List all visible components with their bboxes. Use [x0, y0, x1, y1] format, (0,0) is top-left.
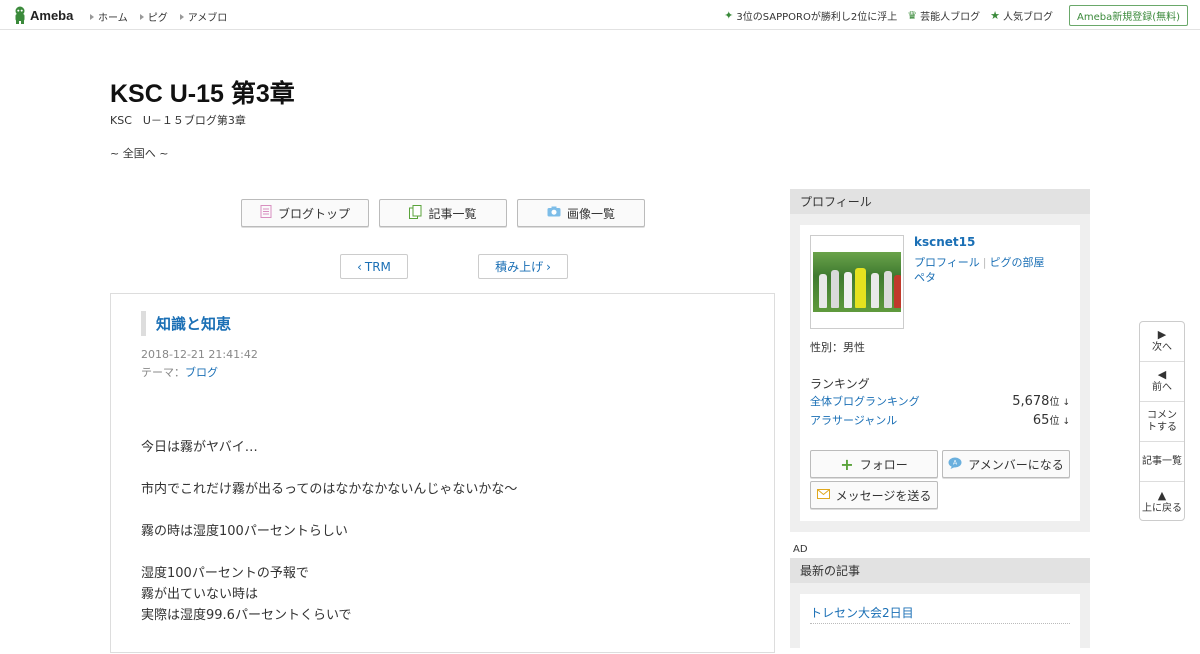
- latest-heading: 最新の記事: [790, 558, 1090, 583]
- nav-home[interactable]: ホーム: [90, 9, 128, 24]
- header-right: ✦ 3位のSAPPOROが勝利し2位に浮上 ♛ 芸能人ブログ ★ 人気ブログ Ameb…: [724, 5, 1188, 26]
- global-header: Ameba ホーム ピグ アメブロ ✦ 3位のSAPPOROが勝利し2位に浮上 ♛…: [0, 0, 1200, 30]
- ameba-logo-icon: [13, 6, 27, 24]
- body-line: 霧が出ていない時は: [141, 587, 259, 602]
- profile-gender: 性別：男性: [810, 341, 865, 354]
- body-line: 湿度100パーセントの予報で: [141, 566, 309, 581]
- ranking-link[interactable]: 全体ブログランキング: [810, 393, 920, 409]
- news-link[interactable]: ✦ 3位のSAPPOROが勝利し2位に浮上: [724, 8, 897, 23]
- floating-nav: ▶ 次へ ◀ 前へ コメントする 記事一覧 ▲ 上に戻る: [1139, 321, 1185, 521]
- global-nav: ホーム ピグ アメブロ: [90, 9, 239, 24]
- divider: [810, 623, 1070, 624]
- body-paragraph: 霧の時は湿度100パーセントらしい: [141, 524, 348, 539]
- profile-details: 性別：男性 ランキング 全体ブログランキング 5,678位 ↓ アラサージャンル …: [810, 225, 1080, 521]
- ranking-label: ランキング: [810, 377, 870, 391]
- blog-nav-buttons: ブログトップ 記事一覧 画像一覧: [241, 199, 655, 227]
- article-theme: テーマ：ブログ: [141, 366, 218, 379]
- next-article-button[interactable]: 積み上げ ›: [478, 254, 568, 279]
- article-body: 今日は霧がヤバイ… 市内でこれだけ霧が出るってのはなかなかないんじゃないかな〜 …: [141, 437, 517, 626]
- ranking-row: 全体ブログランキング 5,678位 ↓: [810, 393, 1070, 409]
- ad-label: AD: [793, 544, 808, 555]
- down-arrow-icon: ↓: [1062, 398, 1070, 408]
- prev-article-button[interactable]: ‹ TRM: [340, 254, 408, 279]
- play-right-icon: ▶: [1157, 328, 1167, 341]
- blog-top-button[interactable]: ブログトップ: [241, 199, 369, 227]
- blog-subtitle: KSC U－１５ブログ第3章: [110, 114, 246, 127]
- plus-icon: +: [840, 454, 854, 474]
- ranking-link[interactable]: アラサージャンル: [810, 412, 897, 428]
- follow-button[interactable]: + フォロー: [810, 450, 938, 478]
- body-paragraph: 今日は霧がヤバイ…: [141, 440, 258, 455]
- article-date: 2018-12-21 21:41:42: [141, 348, 258, 361]
- document-icon: [260, 205, 272, 221]
- send-message-button[interactable]: メッセージを送る: [810, 481, 938, 509]
- triangle-right-icon: [139, 13, 144, 20]
- float-back-to-top-button[interactable]: ▲ 上に戻る: [1140, 482, 1184, 522]
- latest-article-link[interactable]: トレセン大会2日目: [810, 604, 914, 621]
- article-list-button[interactable]: 記事一覧: [379, 199, 507, 227]
- ranking-row: アラサージャンル 65位 ↓: [810, 412, 1070, 428]
- ranking-value: 5,678: [1012, 394, 1050, 409]
- body-paragraph: 市内でこれだけ霧が出るってのはなかなかないんじゃないかな〜: [141, 482, 518, 497]
- ameba-logo[interactable]: Ameba: [13, 6, 73, 24]
- triangle-right-icon: [179, 13, 184, 20]
- down-arrow-icon: ↓: [1062, 417, 1070, 427]
- body-line: 実際は湿度99.6パーセントくらいで: [141, 608, 352, 623]
- chat-bubble-icon: A: [948, 457, 962, 472]
- chevron-right-icon: ›: [546, 259, 551, 274]
- image-list-button[interactable]: 画像一覧: [517, 199, 645, 227]
- float-article-list-button[interactable]: 記事一覧: [1140, 442, 1184, 482]
- profile-section: プロフィール kscnet15 プロフィール | ピグの部屋 ペタ 性別：男性 ラン…: [790, 189, 1090, 532]
- nav-pig[interactable]: ピグ: [139, 9, 168, 24]
- mail-icon: [816, 488, 830, 502]
- profile-heading: プロフィール: [790, 189, 1090, 214]
- article-title[interactable]: 知識と知恵: [141, 311, 231, 336]
- ranking-value: 65: [1032, 413, 1050, 428]
- chevron-left-icon: ‹: [357, 259, 362, 274]
- latest-articles-section: 最新の記事 トレセン大会2日目: [790, 558, 1090, 654]
- blog-title[interactable]: KSC U-15 第3章: [110, 74, 295, 110]
- latest-list: トレセン大会2日目: [800, 594, 1080, 654]
- copy-document-icon: [409, 204, 422, 222]
- article: 知識と知恵 2018-12-21 21:41:42 テーマ：ブログ 今日は霧がヤ…: [110, 293, 775, 653]
- signup-button[interactable]: Ameba新規登録(無料): [1068, 5, 1188, 26]
- float-comment-button[interactable]: コメントする: [1140, 402, 1184, 442]
- sparkle-icon: ✦: [724, 9, 734, 22]
- triangle-right-icon: [90, 13, 94, 20]
- float-prev-button[interactable]: ◀ 前へ: [1140, 362, 1184, 402]
- triangle-up-icon: ▲: [1157, 488, 1167, 502]
- play-left-icon: ◀: [1157, 368, 1167, 381]
- nav-ameblo[interactable]: アメブロ: [179, 9, 227, 24]
- amember-button[interactable]: A アメンバーになる: [942, 450, 1070, 478]
- theme-link[interactable]: ブログ: [185, 366, 218, 379]
- star-icon: ★: [990, 9, 1000, 22]
- logo-text: Ameba: [30, 7, 74, 23]
- float-next-button[interactable]: ▶ 次へ: [1140, 322, 1184, 362]
- blog-description: ~ 全国へ ~: [110, 147, 169, 160]
- celeb-blog-link[interactable]: ♛ 芸能人ブログ: [907, 8, 980, 23]
- camera-icon: [547, 206, 561, 220]
- popular-blog-link[interactable]: ★ 人気ブログ: [990, 8, 1053, 23]
- crown-icon: ♛: [907, 9, 918, 22]
